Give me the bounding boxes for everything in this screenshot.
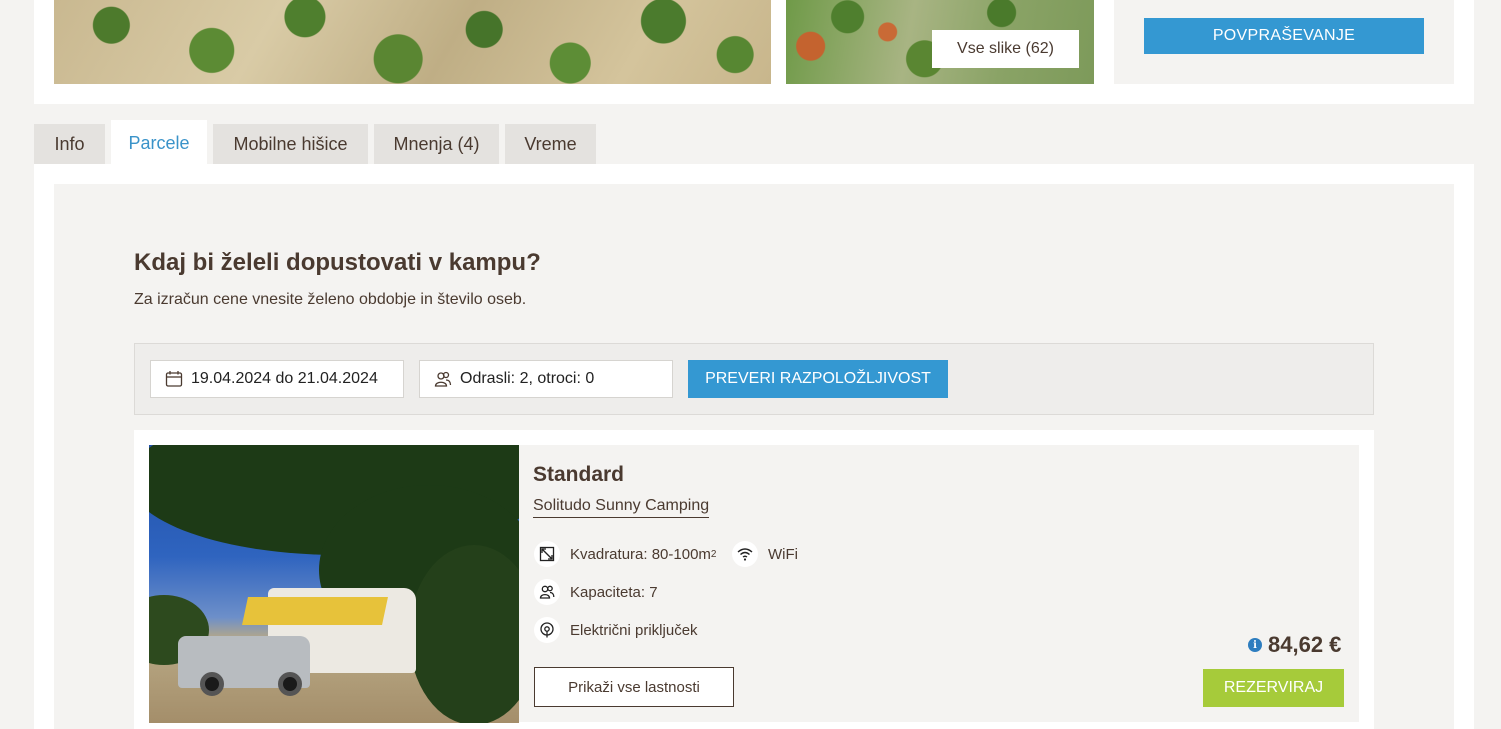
camp-name-link[interactable]: Solitudo Sunny Camping (533, 497, 710, 518)
wifi-icon (732, 541, 758, 567)
feature-wifi-label: WiFi (768, 545, 798, 563)
feature-electric-label: Električni priključek (570, 621, 698, 639)
booking-subheading: Za izračun cene vnesite želeno obdobje i… (134, 291, 527, 308)
info-icon[interactable]: i (1248, 638, 1262, 652)
feature-size: Kvadratura: 80-100m 2 (534, 541, 716, 567)
pitch-photo-awning (242, 597, 388, 625)
tab-parcele[interactable]: Parcele (111, 120, 207, 166)
feature-wifi: WiFi (732, 541, 798, 567)
tab-mobilne-hisice[interactable]: Mobilne hišice (213, 124, 368, 164)
capacity-icon (534, 579, 560, 605)
calendar-icon (165, 370, 183, 388)
tab-mnenja[interactable]: Mnenja (4) (374, 124, 499, 164)
tab-info[interactable]: Info (34, 124, 105, 164)
pitch-title: Standard (533, 463, 625, 486)
pitch-price: i 84,62 € (1248, 632, 1341, 658)
inquiry-button[interactable]: POVPRAŠEVANJE (1144, 18, 1424, 54)
camp-photo-main[interactable] (54, 0, 771, 84)
pitch-photo-wheel (200, 672, 224, 696)
show-all-properties-button[interactable]: Prikaži vse lastnosti (534, 667, 734, 707)
feature-size-label: Kvadratura: 80-100m (570, 545, 711, 563)
tab-vreme[interactable]: Vreme (505, 124, 596, 164)
date-range-value: 19.04.2024 do 21.04.2024 (191, 370, 378, 387)
area-icon (534, 541, 560, 567)
feature-electric: Električni priključek (534, 617, 698, 643)
date-range-field[interactable]: 19.04.2024 do 21.04.2024 (150, 360, 404, 398)
reserve-button[interactable]: REZERVIRAJ (1203, 669, 1344, 707)
plug-icon (534, 617, 560, 643)
feature-capacity-label: Kapaciteta: 7 (570, 583, 658, 601)
feature-size-sup: 2 (710, 548, 717, 560)
guests-field[interactable]: Odrasli: 2, otroci: 0 (419, 360, 673, 398)
all-photos-button[interactable]: Vse slike (62) (932, 30, 1079, 68)
users-icon (434, 370, 452, 388)
pitch-photo-wheel (278, 672, 302, 696)
booking-heading: Kdaj bi želeli dopustovati v kampu? (134, 249, 541, 276)
guests-value: Odrasli: 2, otroci: 0 (460, 370, 595, 387)
check-availability-button[interactable]: PREVERI RAZPOLOŽLJIVOST (688, 360, 948, 398)
feature-capacity: Kapaciteta: 7 (534, 579, 658, 605)
price-value: 84,62 € (1268, 632, 1342, 657)
